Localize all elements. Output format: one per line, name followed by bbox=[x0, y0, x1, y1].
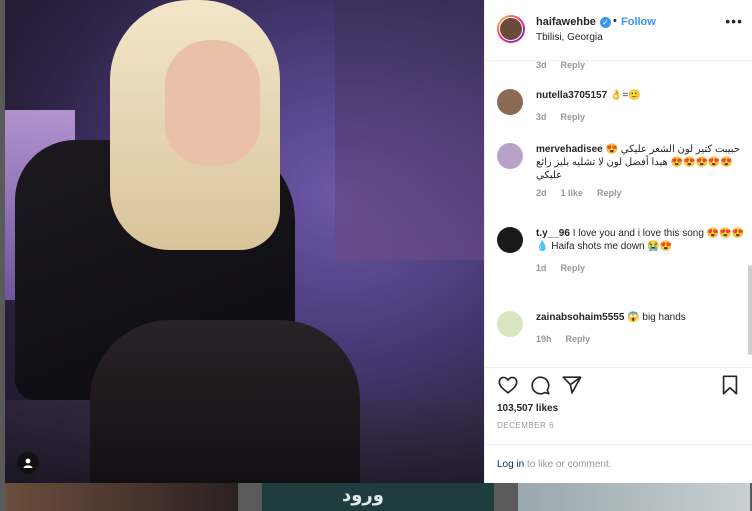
post-sidebar: haifawehbe ✓ • Follow Tbilisi, Georgia •… bbox=[484, 0, 752, 483]
grid-thumbnail-2[interactable]: ورود bbox=[262, 483, 494, 511]
comment-reply-button[interactable]: Reply bbox=[561, 112, 586, 122]
comment-meta: 3d Reply bbox=[536, 61, 746, 72]
post-actions: 103,507 likes DECEMBER 6 Log in to like … bbox=[485, 367, 752, 484]
author-avatar[interactable] bbox=[497, 15, 525, 43]
action-icons bbox=[497, 374, 741, 396]
post-photo[interactable] bbox=[5, 0, 484, 483]
commenter-username[interactable]: nutella3705157 bbox=[536, 90, 607, 101]
photo-subject-face bbox=[165, 40, 260, 165]
header-separator: • bbox=[613, 15, 617, 27]
comment-body: mervehadisee حبيبت كتير لون الشعر عليكي … bbox=[536, 143, 746, 200]
heart-icon[interactable] bbox=[497, 374, 519, 396]
likes-count[interactable]: 103,507 likes bbox=[497, 403, 558, 414]
grid-thumbnail-1[interactable] bbox=[6, 483, 238, 511]
commenter-username[interactable]: mervehadisee bbox=[536, 144, 603, 155]
comments-scrollbar[interactable] bbox=[748, 265, 752, 355]
commenter-avatar[interactable] bbox=[497, 311, 523, 337]
comment-reply-button[interactable]: Reply bbox=[597, 188, 622, 198]
comments-list[interactable]: 3d Reply nutella3705157 👌=🙂 3d Reply merv bbox=[485, 61, 747, 367]
comment-text: 👌=🙂 bbox=[609, 90, 641, 101]
comment-text: 😱 big hands bbox=[627, 312, 686, 323]
comment-body: t.y__96 I love you and i love this song … bbox=[536, 227, 746, 275]
commenter-username[interactable]: zainabsohaim5555 bbox=[536, 312, 624, 323]
commenter-avatar[interactable] bbox=[497, 143, 523, 169]
user-tag-icon[interactable] bbox=[17, 452, 39, 474]
photo-subject-legs bbox=[90, 320, 360, 483]
verified-badge-icon: ✓ bbox=[600, 17, 611, 28]
commenter-avatar[interactable] bbox=[497, 227, 523, 253]
comment-likes[interactable]: 1 like bbox=[561, 188, 584, 198]
author-username[interactable]: haifawehbe bbox=[536, 16, 596, 28]
comment-meta: 3d Reply bbox=[536, 111, 746, 124]
comment-time: 2d bbox=[536, 188, 547, 198]
comment-body: zainabsohaim5555 😱 big hands 19h Reply bbox=[536, 311, 746, 346]
comment-time: 1d bbox=[536, 263, 547, 273]
comment-body: nutella3705157 👌=🙂 3d Reply bbox=[536, 89, 746, 124]
follow-button[interactable]: Follow bbox=[621, 16, 656, 28]
thumbnail-text: ورود bbox=[342, 485, 384, 506]
grid-thumbnail-3[interactable] bbox=[518, 483, 750, 511]
comment-reply-button[interactable]: Reply bbox=[561, 61, 586, 70]
login-suffix: to like or comment. bbox=[524, 459, 612, 470]
post-location[interactable]: Tbilisi, Georgia bbox=[536, 32, 603, 43]
post-header: haifawehbe ✓ • Follow Tbilisi, Georgia •… bbox=[485, 0, 752, 61]
comment-reply-button[interactable]: Reply bbox=[566, 334, 591, 344]
login-link[interactable]: Log in bbox=[497, 459, 524, 470]
comment-icon[interactable] bbox=[529, 374, 551, 396]
post-modal: haifawehbe ✓ • Follow Tbilisi, Georgia •… bbox=[5, 0, 752, 483]
comment-time: 3d bbox=[536, 61, 547, 70]
share-icon[interactable] bbox=[561, 374, 583, 396]
comment-time: 3d bbox=[536, 112, 547, 122]
bookmark-icon[interactable] bbox=[719, 374, 741, 396]
comment-body: 3d Reply bbox=[536, 61, 746, 72]
comment-reply-button[interactable]: Reply bbox=[561, 263, 586, 273]
post-date[interactable]: DECEMBER 6 bbox=[497, 421, 554, 430]
photo-background bbox=[335, 0, 484, 260]
more-options-icon[interactable]: ••• bbox=[725, 13, 743, 29]
commenter-avatar[interactable] bbox=[497, 89, 523, 115]
login-text: Log in to like or comment. bbox=[497, 459, 612, 470]
comment-meta: 19h Reply bbox=[536, 333, 746, 346]
comment-time: 19h bbox=[536, 334, 552, 344]
comment-meta: 1d Reply bbox=[536, 262, 746, 275]
login-prompt: Log in to like or comment. bbox=[485, 444, 752, 485]
commenter-username[interactable]: t.y__96 bbox=[536, 228, 570, 239]
comment-meta: 2d 1 like Reply bbox=[536, 187, 746, 200]
